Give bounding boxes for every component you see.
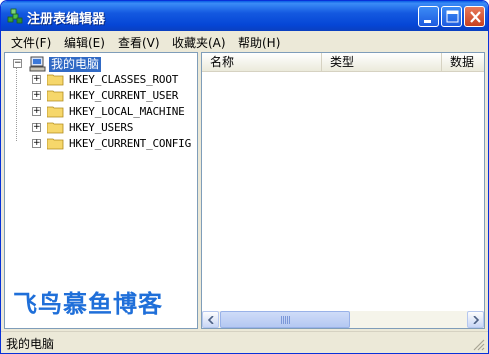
expand-toggle[interactable]: + <box>32 107 41 116</box>
expand-toggle[interactable]: + <box>32 123 41 132</box>
window-title: 注册表编辑器 <box>27 12 106 27</box>
folder-icon <box>47 122 64 134</box>
folder-icon <box>47 90 64 102</box>
expand-toggle[interactable]: + <box>32 75 41 84</box>
scroll-right-button[interactable] <box>467 311 484 328</box>
maximize-icon <box>446 10 459 23</box>
chevron-left-icon <box>207 316 214 324</box>
status-text: 我的电脑 <box>6 337 55 351</box>
status-bar: 我的电脑 <box>1 331 488 353</box>
tree-pane[interactable]: − 我的电脑 + HKEY_CLASSES_ROOT + HKEY_CURREN… <box>4 52 198 329</box>
collapse-toggle[interactable]: − <box>13 59 22 68</box>
tree-item-label[interactable]: HKEY_LOCAL_MACHINE <box>69 104 185 120</box>
menu-help[interactable]: 帮助(H) <box>238 34 280 51</box>
watermark-text: 飞鸟慕鱼博客 <box>13 290 163 318</box>
tree-item-label[interactable]: HKEY_CLASSES_ROOT <box>69 72 178 88</box>
folder-icon <box>47 106 64 118</box>
values-list-pane[interactable]: 名称 类型 数据 <box>201 52 485 329</box>
chevron-right-icon <box>473 316 480 324</box>
tree-item-label[interactable]: HKEY_CURRENT_USER <box>69 88 178 104</box>
tree-connector <box>16 66 17 142</box>
menu-file[interactable]: 文件(F) <box>11 34 51 51</box>
resize-grip-icon[interactable] <box>473 339 485 351</box>
column-header-type[interactable]: 类型 <box>322 53 442 72</box>
horizontal-scrollbar[interactable] <box>202 311 484 328</box>
minimize-icon <box>424 20 431 23</box>
minimize-button[interactable] <box>418 6 439 27</box>
close-icon <box>470 11 481 23</box>
folder-icon <box>47 138 64 150</box>
column-header-data[interactable]: 数据 <box>442 53 484 72</box>
expand-toggle[interactable]: + <box>32 91 41 100</box>
menu-bar: 文件(F) 编辑(E) 查看(V) 收藏夹(A) 帮助(H) <box>4 31 485 51</box>
registry-editor-window: 注册表编辑器 文件(F) 编辑(E) 查看(V) 收藏夹(A) 帮助(H) − … <box>0 0 489 354</box>
grip-icon <box>281 316 290 324</box>
folder-icon <box>47 74 64 86</box>
scroll-left-button[interactable] <box>202 311 219 328</box>
menu-edit[interactable]: 编辑(E) <box>64 34 105 51</box>
maximize-button[interactable] <box>441 6 462 27</box>
expand-toggle[interactable]: + <box>32 139 41 148</box>
column-header-name[interactable]: 名称 <box>202 53 322 72</box>
close-button[interactable] <box>464 6 485 27</box>
tree-item-label[interactable]: HKEY_CURRENT_CONFIG <box>69 136 191 152</box>
tree-root-label[interactable]: 我的电脑 <box>49 57 102 72</box>
scroll-thumb[interactable] <box>220 311 350 328</box>
menu-favorites[interactable]: 收藏夹(A) <box>172 34 226 51</box>
registry-icon <box>7 8 23 24</box>
title-bar[interactable]: 注册表编辑器 <box>1 1 488 31</box>
tree-item-label[interactable]: HKEY_USERS <box>69 120 133 136</box>
menu-view[interactable]: 查看(V) <box>118 34 160 51</box>
computer-icon <box>29 56 46 72</box>
